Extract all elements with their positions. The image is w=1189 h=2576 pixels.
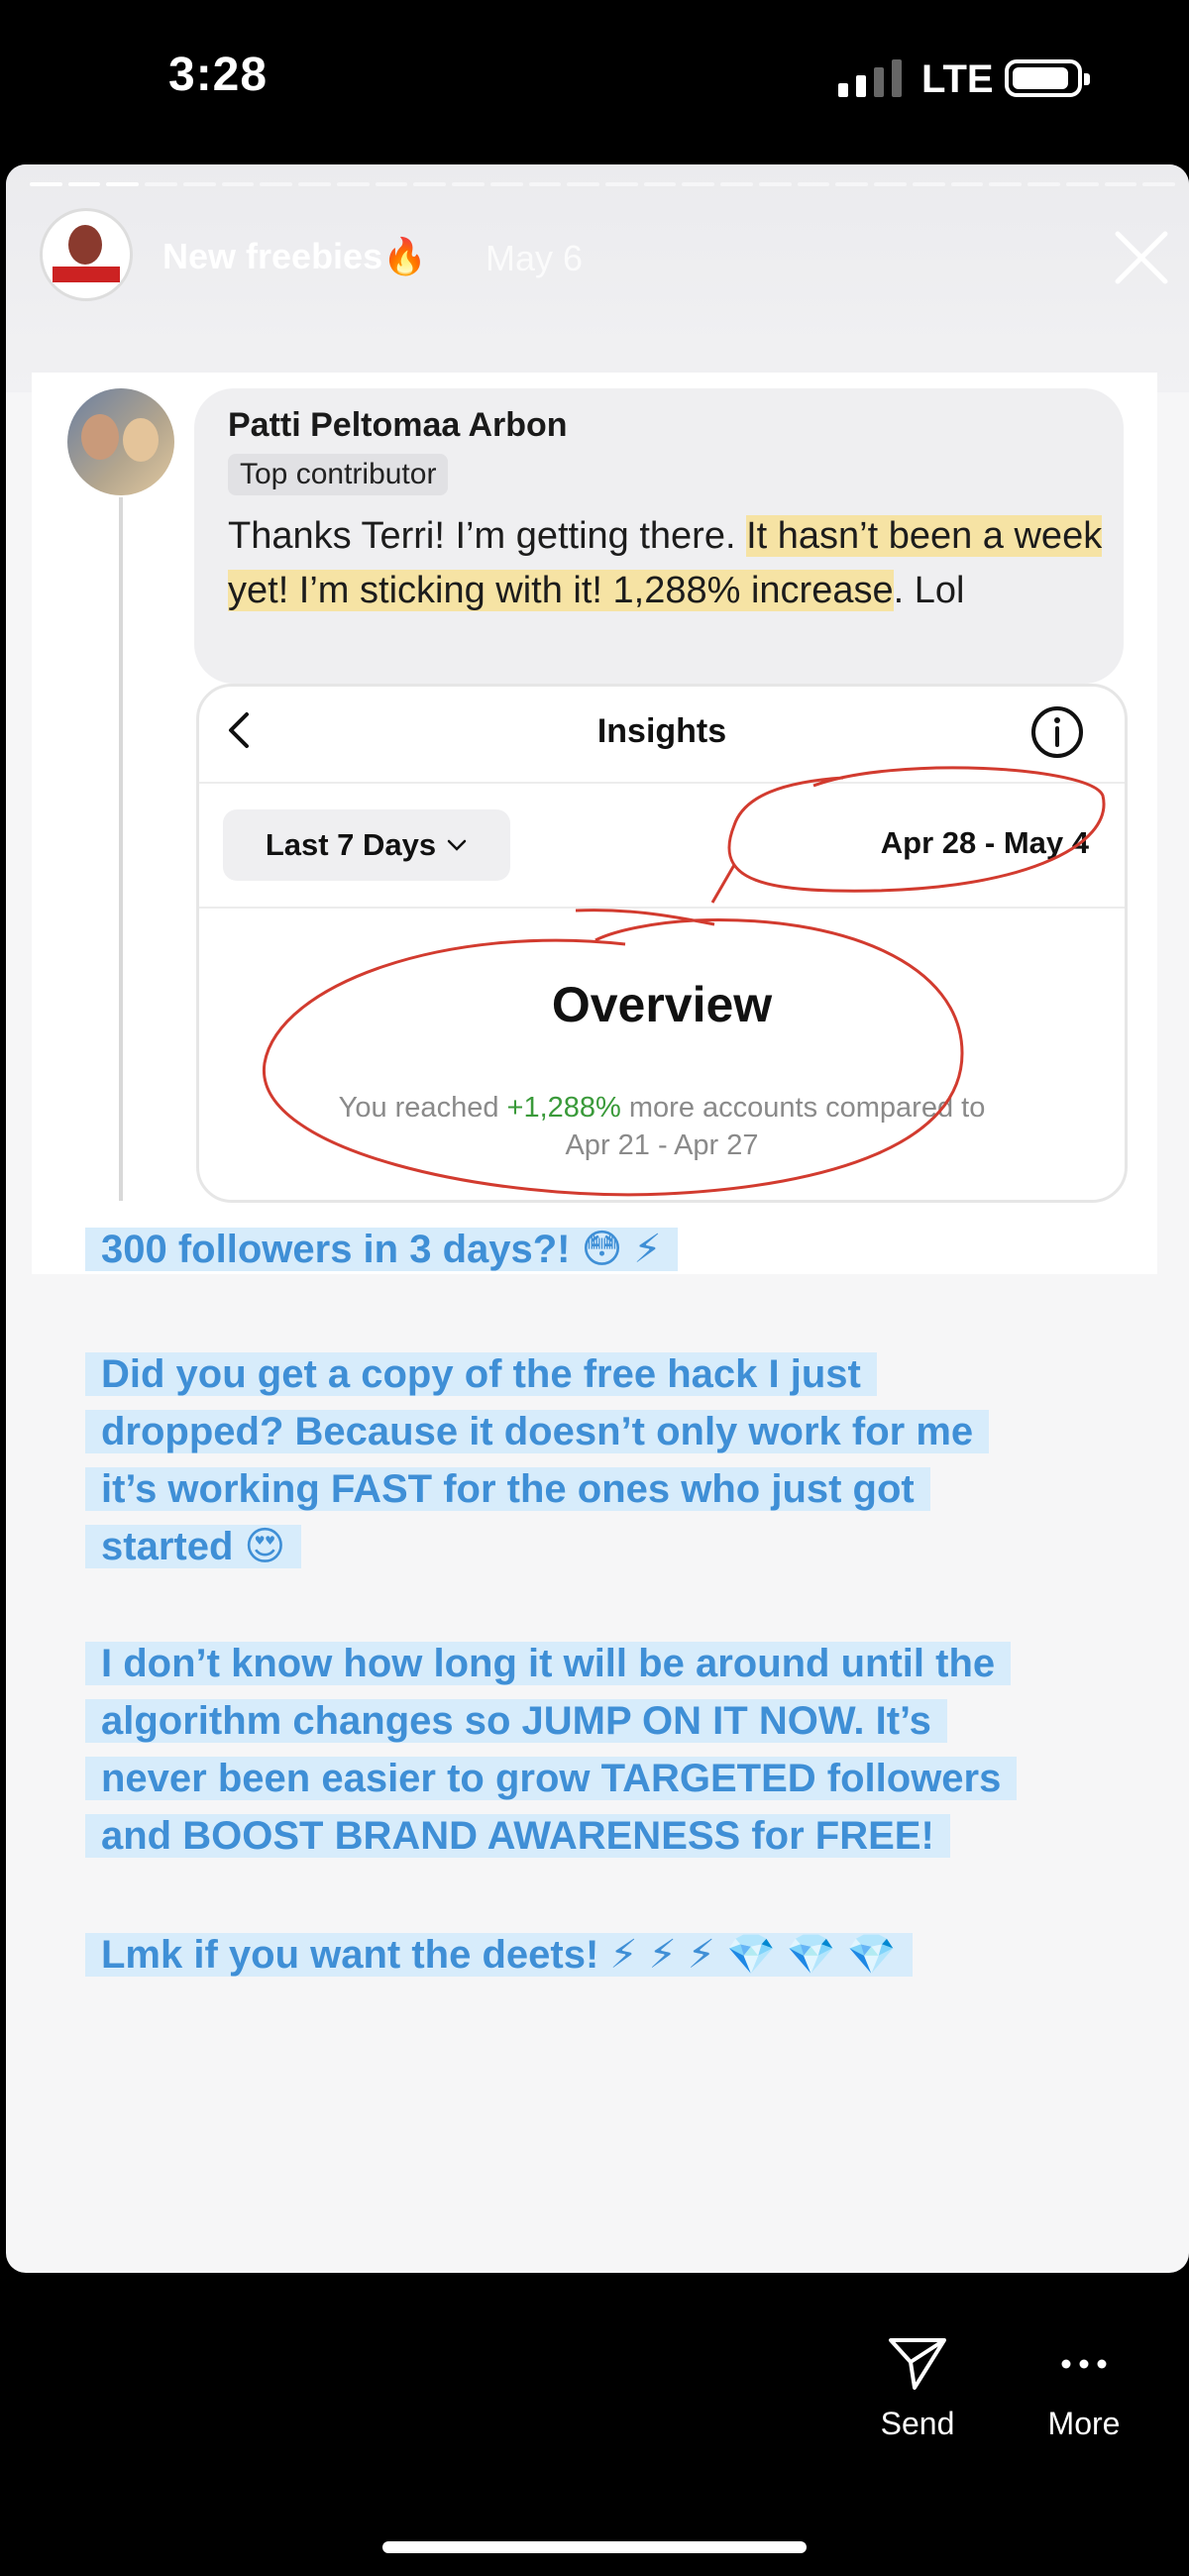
- divider: [199, 782, 1125, 784]
- range-label: Last 7 Days: [265, 827, 437, 862]
- progress-segment: [67, 182, 101, 186]
- progress-segment: [413, 182, 447, 186]
- story-card: New freebies🔥 May 6 Patti Peltomaa Arbon…: [6, 164, 1189, 2273]
- comment-text: Thanks Terri! I’m getting there. It hasn…: [228, 509, 1120, 618]
- send-label: Send: [880, 2406, 955, 2441]
- progress-segment: [720, 182, 753, 186]
- story-header-bg: [6, 164, 1189, 392]
- progress-segment: [221, 182, 255, 186]
- progress-segment: [682, 182, 715, 186]
- comment-author: Patti Peltomaa Arbon: [228, 406, 568, 444]
- reach-suffix: more accounts compared to: [620, 1092, 986, 1124]
- progress-segment: [375, 182, 408, 186]
- progress-segment: [1142, 182, 1176, 186]
- send-icon: [889, 2338, 946, 2390]
- embedded-post: Patti Peltomaa Arbon Top contributor Tha…: [32, 373, 1157, 1274]
- progress-segment: [260, 182, 293, 186]
- progress-segment: [605, 182, 638, 186]
- caption-2-line: dropped? Because it doesn’t only work fo…: [85, 1410, 990, 1453]
- network-label: LTE: [921, 57, 994, 101]
- caption-3-line: and BOOST BRAND AWARENESS for FREE!: [85, 1814, 950, 1858]
- status-time: 3:28: [168, 49, 269, 101]
- insights-title: Insights: [596, 712, 727, 750]
- progress-segment: [797, 182, 830, 186]
- reach-percent: +1,288%: [506, 1092, 621, 1124]
- close-icon[interactable]: [1112, 228, 1171, 287]
- chevron-down-icon: [447, 839, 467, 851]
- caption-2-line: Did you get a copy of the free hack I ju…: [85, 1352, 877, 1396]
- progress-segment: [1104, 182, 1137, 186]
- progress-segment: [106, 182, 140, 186]
- date-range: Apr 28 - May 4: [880, 825, 1089, 860]
- progress-segment: [489, 182, 523, 186]
- signal-icon: [838, 59, 902, 97]
- more-label: More: [1047, 2406, 1121, 2441]
- caption-2-line: it’s working FAST for the ones who just …: [85, 1467, 930, 1511]
- progress-segment: [298, 182, 331, 186]
- progress-segment: [528, 182, 562, 186]
- progress-segment: [758, 182, 792, 186]
- progress-segment: [950, 182, 984, 186]
- reach-prefix: You reached: [338, 1092, 507, 1124]
- progress-segment: [336, 182, 370, 186]
- info-icon: [1031, 706, 1083, 758]
- contributor-badge: Top contributor: [228, 454, 449, 495]
- more-button[interactable]: More: [1025, 2336, 1143, 2442]
- story-progress: [30, 182, 1176, 186]
- send-button[interactable]: Send: [858, 2336, 977, 2442]
- comment-plain: Thanks Terri! I’m getting there.: [228, 515, 747, 557]
- fire-emoji: 🔥: [382, 236, 427, 276]
- battery-icon: [1005, 59, 1090, 97]
- progress-segment: [182, 182, 216, 186]
- progress-segment: [1065, 182, 1099, 186]
- more-icon: [1061, 2359, 1107, 2369]
- story-title[interactable]: New freebies🔥: [162, 236, 427, 277]
- home-indicator[interactable]: [382, 2541, 807, 2553]
- progress-segment: [567, 182, 600, 186]
- caption-2-line: started 😍: [85, 1525, 302, 1568]
- progress-segment: [30, 182, 62, 186]
- caption-1-text: 300 followers in 3 days?! 😳 ⚡: [85, 1228, 678, 1271]
- progress-segment: [643, 182, 677, 186]
- range-selector: Last 7 Days: [223, 809, 510, 881]
- caption-4-text: Lmk if you want the deets! ⚡ ⚡ ⚡ 💎 💎 💎: [85, 1933, 913, 1977]
- reach-summary: You reached +1,288% more accounts compar…: [259, 1089, 1065, 1164]
- progress-segment: [912, 182, 945, 186]
- insights-card: Insights Last 7 Days Apr 28 - May 4 Over…: [196, 684, 1128, 1203]
- caption-2: Did you get a copy of the free hack I ju…: [85, 1345, 1116, 1575]
- progress-segment: [1027, 182, 1060, 186]
- thread-line: [119, 497, 123, 1201]
- progress-segment: [145, 182, 177, 186]
- caption-3: I don’t know how long it will be around …: [85, 1635, 1116, 1865]
- divider: [199, 907, 1125, 909]
- progress-segment: [874, 182, 907, 186]
- caption-3-line: algorithm changes so JUMP ON IT NOW. It’…: [85, 1699, 947, 1743]
- comment-tail: . Lol: [893, 570, 965, 611]
- comment-bubble: Patti Peltomaa Arbon Top contributor Tha…: [194, 388, 1124, 684]
- caption-1: 300 followers in 3 days?! 😳 ⚡: [85, 1221, 1116, 1278]
- caption-3-line: I don’t know how long it will be around …: [85, 1642, 1012, 1685]
- caption-4: Lmk if you want the deets! ⚡ ⚡ ⚡ 💎 💎 💎: [85, 1926, 1116, 1984]
- compare-range: Apr 21 - Apr 27: [565, 1129, 759, 1161]
- progress-segment: [835, 182, 869, 186]
- story-avatar[interactable]: [40, 208, 133, 301]
- story-title-text: New freebies: [162, 236, 383, 276]
- commenter-avatar: [67, 388, 174, 495]
- story-date: May 6: [486, 238, 584, 278]
- progress-segment: [452, 182, 485, 186]
- caption-3-line: never been easier to grow TARGETED follo…: [85, 1757, 1018, 1800]
- overview-title: Overview: [551, 977, 773, 1032]
- progress-segment: [989, 182, 1023, 186]
